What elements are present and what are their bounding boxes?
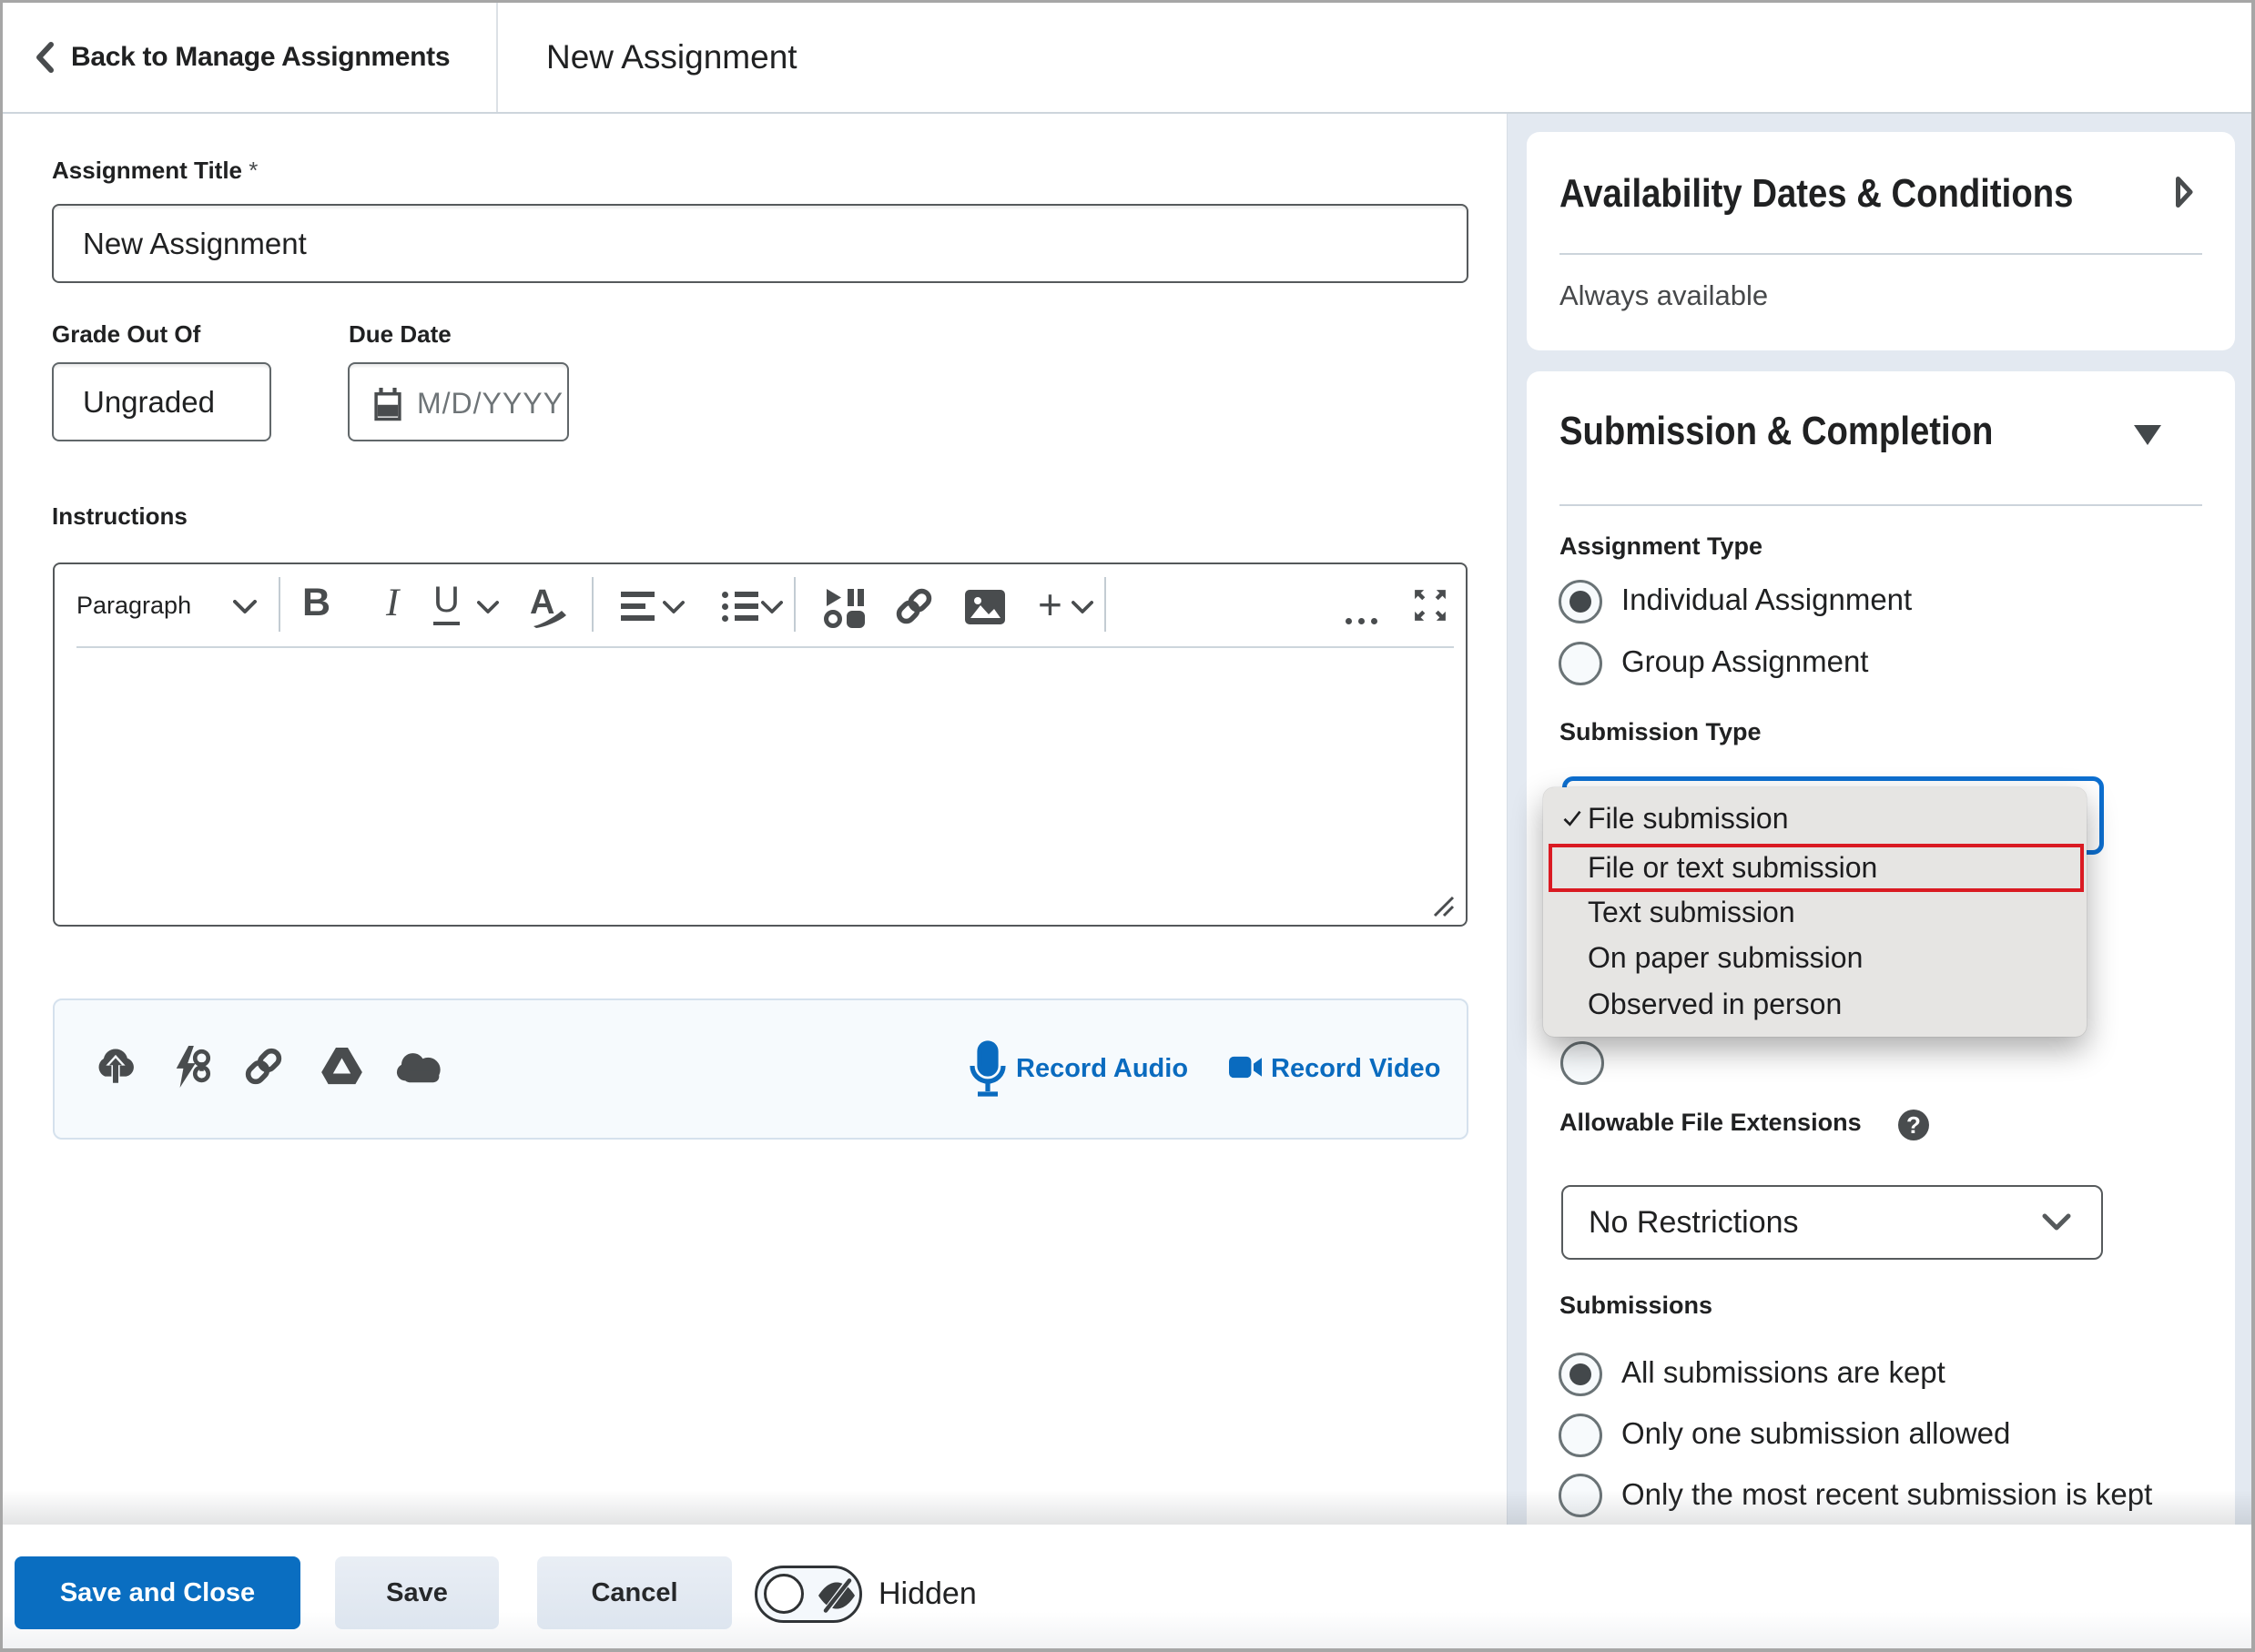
svg-text:?: ?: [1906, 1111, 1921, 1139]
